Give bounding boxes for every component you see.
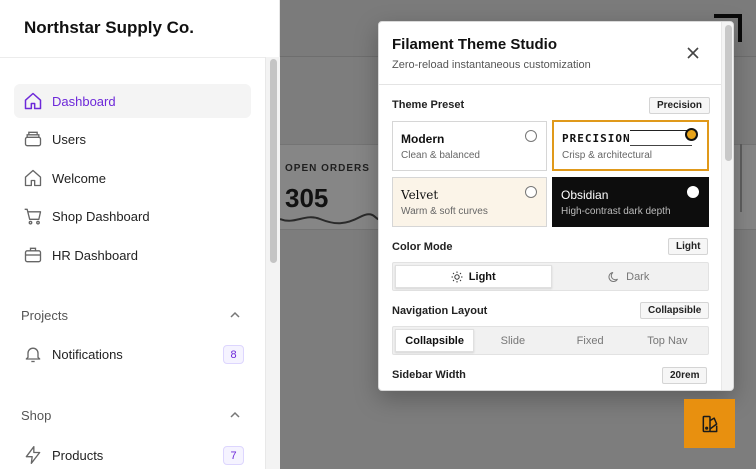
preset-name: Modern — [401, 132, 445, 146]
preset-name: PRECISION — [562, 132, 631, 145]
palette-icon — [702, 415, 717, 432]
preset-description: High-contrast dark depth — [561, 206, 671, 217]
sidebar-scrollbar[interactable] — [265, 57, 280, 469]
chevron-up-icon[interactable] — [228, 308, 242, 322]
sidebar-item-hr-dashboard[interactable]: HR Dashboard — [14, 238, 251, 272]
sidebar-width-label: Sidebar Width — [392, 369, 466, 381]
sidebar-item-shop-dashboard[interactable]: Shop Dashboard — [14, 199, 251, 233]
theme-studio-modal: Filament Theme Studio Zero-reload instan… — [378, 21, 734, 391]
preset-option-velvet[interactable]: Velvet Warm & soft curves — [392, 177, 547, 227]
preset-option-modern[interactable]: Modern Clean & balanced — [392, 121, 547, 171]
color-mode-light-label: Light — [468, 270, 496, 283]
nav-layout-fixed[interactable]: Fixed — [552, 329, 629, 352]
moon-icon — [608, 271, 619, 282]
color-mode-label: Color Mode — [392, 241, 453, 253]
color-mode-dark-label: Dark — [626, 270, 650, 283]
sidebar-divider — [0, 57, 280, 58]
sidebar-item-label: HR Dashboard — [52, 247, 138, 263]
preset-description: Clean & balanced — [401, 150, 480, 161]
brand-name: Northstar Supply Co. — [24, 18, 195, 37]
sidebar-item-welcome[interactable]: Welcome — [14, 161, 251, 195]
nav-layout-slide[interactable]: Slide — [474, 329, 551, 352]
sidebar-width-value-chip: 20rem — [662, 367, 708, 384]
sidebar-item-label: Shop Dashboard — [52, 208, 150, 224]
modal-subtitle: Zero-reload instantaneous customization — [392, 59, 591, 71]
preset-name: Obsidian — [561, 188, 609, 202]
close-icon — [687, 47, 699, 59]
navigation-layout-toggle: Collapsible Slide Fixed Top Nav — [392, 326, 709, 355]
modal-title: Filament Theme Studio — [392, 36, 558, 53]
home-icon — [14, 84, 52, 118]
nav-layout-collapsible[interactable]: Collapsible — [395, 329, 475, 352]
color-mode-value-chip: Light — [668, 238, 709, 255]
products-count-badge: 7 — [223, 446, 244, 465]
preset-option-precision[interactable]: PRECISION Crisp & architectural — [552, 120, 709, 171]
stack-icon — [14, 122, 52, 156]
preset-radio[interactable] — [687, 186, 699, 198]
sidebar: Northstar Supply Co. Dashboard Users Wel… — [0, 0, 280, 469]
nav-layout-option-label: Fixed — [576, 334, 604, 347]
nav-layout-option-label: Collapsible — [405, 334, 464, 347]
preset-option-obsidian[interactable]: Obsidian High-contrast dark depth — [552, 177, 709, 227]
lightning-icon — [14, 438, 52, 469]
preset-radio[interactable] — [525, 130, 537, 142]
theme-preset-label: Theme Preset — [392, 99, 465, 111]
color-mode-light[interactable]: Light — [395, 265, 552, 288]
theme-preset-value-chip: Precision — [649, 97, 711, 114]
sidebar-item-label: Dashboard — [52, 93, 116, 109]
sidebar-item-label: Notifications — [52, 346, 123, 362]
preset-radio[interactable] — [525, 186, 537, 198]
stat-value: 305 — [285, 183, 329, 213]
sidebar-item-label: Users — [52, 131, 86, 147]
home-icon — [14, 161, 52, 195]
theme-studio-fab[interactable] — [684, 399, 735, 448]
sidebar-item-users[interactable]: Users — [14, 122, 251, 156]
group-label-shop: Shop — [21, 408, 52, 423]
color-mode-toggle: Light Dark — [392, 262, 709, 291]
preset-accent-line — [630, 145, 692, 146]
sun-icon — [451, 271, 463, 282]
shopping-cart-icon — [14, 199, 52, 233]
nav-layout-option-label: Slide — [500, 334, 526, 347]
preset-description: Crisp & architectural — [562, 150, 653, 161]
group-label-projects: Projects — [21, 308, 68, 323]
stat-sparkline — [280, 213, 380, 225]
nav-layout-top-nav[interactable]: Top Nav — [629, 329, 706, 352]
close-button[interactable] — [685, 45, 701, 61]
color-mode-dark[interactable]: Dark — [552, 265, 707, 288]
stat-label: OPEN ORDERS — [285, 163, 370, 174]
bell-icon — [14, 337, 52, 371]
sidebar-item-products[interactable]: Products 7 — [14, 438, 251, 469]
preset-name: Velvet — [401, 188, 439, 202]
preset-description: Warm & soft curves — [401, 206, 488, 217]
notification-count-badge: 8 — [223, 345, 244, 364]
preset-accent-line — [630, 130, 692, 131]
chevron-up-icon[interactable] — [228, 408, 242, 422]
preset-radio-selected[interactable] — [685, 128, 698, 141]
background-divider — [740, 144, 742, 212]
modal-scrollbar-thumb[interactable] — [725, 25, 732, 161]
sidebar-item-label: Welcome — [52, 170, 106, 186]
nav-layout-option-label: Top Nav — [647, 334, 688, 347]
modal-scrollbar[interactable] — [721, 22, 733, 390]
navigation-layout-label: Navigation Layout — [392, 305, 488, 317]
navigation-layout-value-chip: Collapsible — [640, 302, 710, 319]
sidebar-item-notifications[interactable]: Notifications 8 — [14, 337, 251, 371]
briefcase-icon — [14, 238, 52, 272]
sidebar-scrollbar-thumb[interactable] — [270, 59, 277, 263]
sidebar-item-dashboard[interactable]: Dashboard — [14, 84, 251, 118]
sidebar-item-label: Products — [52, 447, 104, 463]
modal-header: Filament Theme Studio Zero-reload instan… — [379, 22, 733, 85]
